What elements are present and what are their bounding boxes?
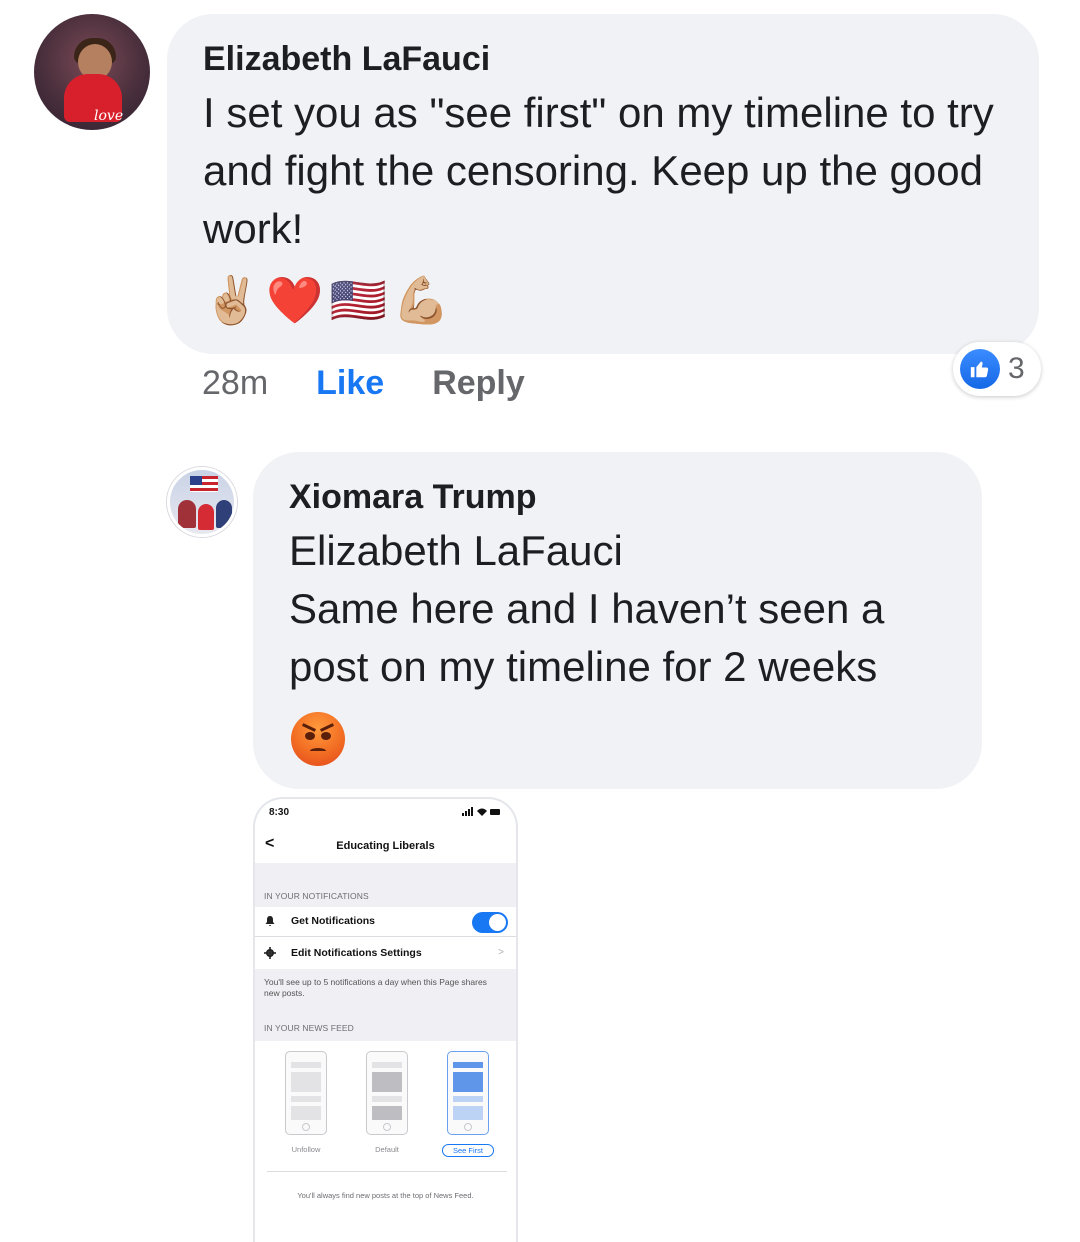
unfollow-option[interactable]	[285, 1051, 327, 1135]
angry-face-icon	[291, 712, 345, 766]
edit-notifications-label: Edit Notifications Settings	[291, 947, 422, 959]
comment-author[interactable]: Elizabeth LaFauci	[203, 40, 490, 79]
reply-text: Elizabeth LaFauci Same here and I haven’…	[289, 522, 969, 696]
reply-button[interactable]: Reply	[432, 364, 525, 403]
section-label: IN YOUR NOTIFICATIONS	[264, 891, 369, 901]
edit-notifications-row[interactable]: Edit Notifications Settings >	[255, 939, 516, 969]
get-notifications-row[interactable]: Get Notifications	[255, 907, 516, 937]
avatar-person	[178, 500, 196, 528]
reply-body: Same here and I haven’t seen a post on m…	[289, 585, 885, 690]
avatar-xiomara[interactable]	[167, 467, 237, 537]
us-flag-icon: 🇺🇸	[329, 273, 387, 327]
avatar-person	[198, 504, 214, 530]
chevron-right-icon: >	[498, 947, 504, 958]
bell-icon	[264, 915, 276, 930]
thumbs-up-icon	[960, 349, 1000, 389]
option-label[interactable]: Unfollow	[276, 1145, 336, 1154]
option-label[interactable]: Default	[357, 1145, 417, 1154]
avatar-person	[216, 500, 232, 528]
divider	[267, 1171, 507, 1172]
get-notifications-label: Get Notifications	[291, 915, 376, 927]
footer-note: You'll always find new posts at the top …	[297, 1191, 474, 1200]
reply-mention[interactable]: Elizabeth LaFauci	[289, 522, 969, 580]
option-label-selected[interactable]: See First	[442, 1144, 494, 1157]
gear-icon	[264, 947, 276, 962]
reply-bubble: Xiomara Trump Elizabeth LaFauci Same her…	[253, 452, 982, 789]
reply-author[interactable]: Xiomara Trump	[289, 478, 537, 517]
status-time: 8:30	[269, 807, 290, 818]
comment-timestamp[interactable]: 28m	[202, 364, 268, 403]
flag-icon	[190, 476, 218, 492]
like-button[interactable]: Like	[316, 364, 384, 403]
victory-hand-icon: ✌🏼	[203, 273, 261, 327]
see-first-option[interactable]	[447, 1051, 489, 1135]
notifications-section: IN YOUR NOTIFICATIONS	[255, 863, 516, 907]
reaction-summary[interactable]: 3	[953, 342, 1041, 396]
avatar-elizabeth[interactable]: love	[34, 14, 150, 130]
comment-actions: 28m Like Reply	[202, 360, 525, 406]
default-option[interactable]	[366, 1051, 408, 1135]
comment-text: I set you as "see first" on my timeline …	[203, 89, 994, 252]
attached-screenshot[interactable]: 8:30 < Educating Liberals IN YOUR NOTIFI…	[253, 797, 518, 1242]
status-icons	[462, 807, 502, 819]
nav-bar: < Educating Liberals	[255, 827, 516, 863]
comment-bubble: Elizabeth LaFauci I set you as "see firs…	[167, 14, 1039, 354]
red-heart-icon: ❤️	[266, 273, 324, 327]
reaction-count: 3	[1008, 352, 1025, 385]
section-label: IN YOUR NEWS FEED	[264, 1023, 354, 1033]
notifications-note: You'll see up to 5 notifications a day w…	[264, 977, 487, 998]
feed-options	[255, 1041, 516, 1161]
comment-emojis: ✌🏼 ❤️ 🇺🇸 💪🏼	[203, 270, 450, 330]
avatar-signature: love	[94, 108, 124, 124]
page-title: Educating Liberals	[336, 840, 435, 852]
flexed-biceps-icon: 💪🏼	[392, 273, 451, 327]
notifications-toggle[interactable]	[472, 912, 508, 933]
